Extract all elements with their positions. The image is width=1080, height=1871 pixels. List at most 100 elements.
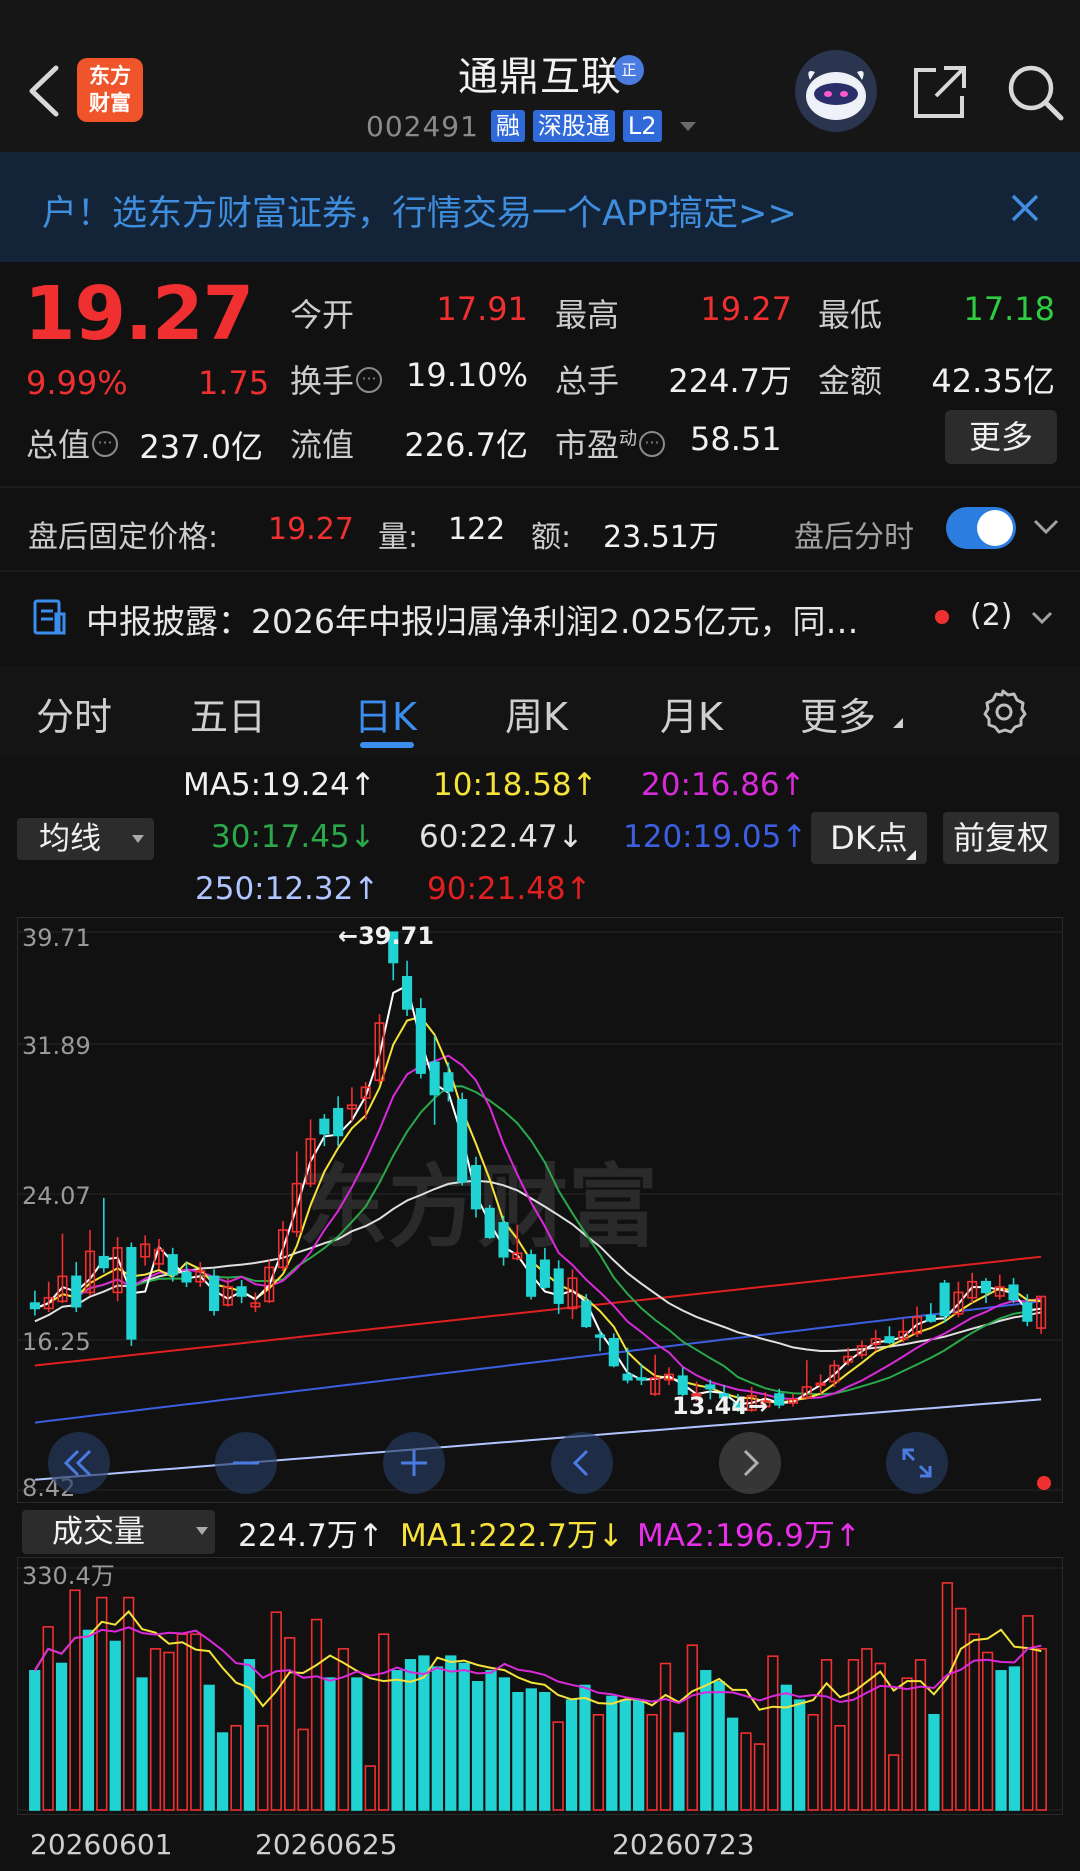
change-amount: 1.75: [198, 364, 270, 402]
toggle-knob: [977, 510, 1013, 546]
search-button[interactable]: [1005, 62, 1065, 122]
candle-body: [333, 1107, 344, 1137]
open-value: 17.91: [436, 290, 528, 328]
divider: [0, 570, 1080, 572]
ma10-value: 10:18.58↑: [433, 767, 598, 803]
share-button[interactable]: [910, 62, 970, 122]
scroll-left-button[interactable]: [551, 1432, 613, 1494]
date-label: 20260723: [612, 1828, 755, 1861]
volume-bar: [136, 1677, 148, 1811]
volume-chart[interactable]: 330.4万: [17, 1557, 1063, 1815]
zoom-in-button[interactable]: [383, 1432, 445, 1494]
info-icon[interactable]: ···: [356, 367, 383, 393]
volume-bar: [539, 1692, 551, 1811]
volume-bar: [726, 1717, 739, 1811]
volume-bar: [203, 1684, 215, 1811]
candle-body: [498, 1222, 509, 1258]
candle-body: [925, 1314, 936, 1322]
promo-banner-text[interactable]: 户！选东方财富证券，行情交易一个APP搞定>>: [42, 185, 797, 236]
sub-indicator-select-label: 成交量: [52, 1514, 145, 1550]
banner-close-button[interactable]: [1005, 188, 1045, 228]
expand-button[interactable]: [1032, 517, 1060, 537]
volume-bar: [579, 1684, 591, 1811]
volume-bar: [552, 1721, 564, 1811]
volume-bar: [525, 1688, 537, 1811]
volume-bar: [713, 1681, 725, 1811]
sub-indicator-select[interactable]: 成交量: [22, 1510, 215, 1554]
after-hours-amt: 23.51万: [603, 520, 719, 555]
volume-bar: [82, 1629, 95, 1811]
kline-chart[interactable]: 东方财富 39.71 31.89 24.07 16.25 8.42 ←39.71…: [17, 917, 1063, 1503]
volume-ma2: MA2:196.9万↑: [637, 1518, 861, 1554]
divider: [0, 486, 1080, 488]
volume-bar: [498, 1677, 511, 1811]
candle-body: [401, 975, 413, 1010]
volume-bar: [740, 1732, 752, 1811]
zheng-badge-icon: 正: [614, 55, 644, 85]
after-hours-label: 盘后固定价格:: [28, 520, 219, 555]
volume-bar: [861, 1648, 873, 1811]
y-axis-label: 16.25: [22, 1328, 91, 1356]
quote-more-button[interactable]: 更多: [945, 410, 1057, 464]
volume-bar: [767, 1655, 779, 1811]
volume-bar: [901, 1677, 913, 1811]
mktcap-value: 237.0亿: [139, 428, 263, 466]
tab-daily-k[interactable]: 日K: [354, 686, 417, 741]
tab-intraday[interactable]: 分时: [36, 686, 112, 741]
mascot-avatar[interactable]: [795, 50, 877, 132]
volume-bar: [257, 1724, 269, 1811]
high-price-marker: ←39.71: [338, 922, 434, 950]
news-count[interactable]: (2): [970, 598, 1013, 633]
float-value: 226.7亿: [404, 426, 528, 464]
change-percent: 9.99%: [26, 364, 128, 402]
after-hours-amt-label: 额:: [531, 520, 572, 555]
candle-body: [236, 1286, 247, 1297]
candle-body: [980, 1280, 992, 1294]
tab-more[interactable]: 更多: [800, 686, 876, 741]
volume-bar: [565, 1699, 578, 1811]
volume-value: 224.7万: [668, 362, 792, 400]
document-icon: [32, 598, 66, 636]
price-adjust-button[interactable]: 前复权: [943, 812, 1059, 864]
news-expand-button[interactable]: [1030, 609, 1054, 627]
news-headline[interactable]: 中报披露：2026年中报归属净利润2.025亿元，同…: [86, 595, 916, 643]
volume-bar: [270, 1611, 282, 1811]
scroll-right-button[interactable]: [719, 1432, 781, 1494]
info-icon[interactable]: ···: [92, 431, 119, 457]
volume-bar: [149, 1648, 162, 1811]
zoom-out-button[interactable]: [215, 1432, 277, 1494]
stock-code-row[interactable]: 002491 融 深股通 L2: [366, 106, 696, 146]
candle-body: [98, 1255, 109, 1269]
float-label: 流值: [290, 426, 355, 464]
volume-bar: [297, 1728, 309, 1811]
fullscreen-button[interactable]: [886, 1432, 948, 1494]
volume-bar: [753, 1743, 766, 1811]
candle-body: [457, 1099, 468, 1183]
close-icon: [1011, 194, 1039, 222]
volume-bar: [512, 1692, 524, 1811]
candle-body: [526, 1254, 537, 1297]
scroll-left-fast-button[interactable]: [48, 1432, 110, 1494]
candle-body: [884, 1336, 895, 1344]
volume-bar: [284, 1637, 296, 1811]
volume-bar: [69, 1589, 81, 1811]
chart-settings-button[interactable]: [978, 686, 1028, 736]
tab-weekly-k[interactable]: 周K: [505, 686, 568, 741]
volume-bar: [29, 1670, 41, 1811]
volume-bar: [807, 1713, 819, 1811]
volume-bar: [243, 1659, 256, 1811]
candle-body: [429, 1061, 440, 1096]
volume-bar: [955, 1607, 967, 1811]
pe-label: 市盈动 ···: [555, 420, 669, 466]
candle-body: [181, 1271, 192, 1283]
after-hours-toggle[interactable]: [946, 507, 1016, 549]
candle-body: [594, 1334, 606, 1338]
info-icon[interactable]: ···: [639, 431, 666, 457]
candle-body: [71, 1275, 82, 1308]
tab-five-day[interactable]: 五日: [190, 686, 266, 741]
low-label: 最低: [818, 296, 883, 334]
volume-bar: [673, 1732, 685, 1811]
tab-monthly-k[interactable]: 月K: [660, 686, 723, 741]
volume-bar: [888, 1754, 900, 1811]
ma60-value: 60:22.47↓: [419, 819, 584, 855]
